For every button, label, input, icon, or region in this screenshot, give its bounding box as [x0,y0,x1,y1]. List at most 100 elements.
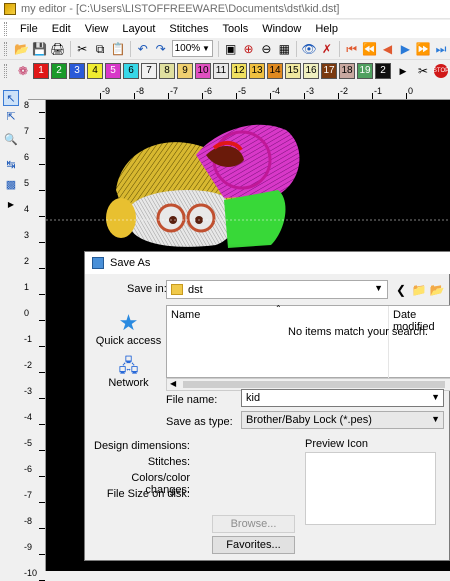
palette-grip[interactable] [4,64,7,78]
ruler-tick-label: 8 [24,100,30,110]
ruler-tick [39,112,45,113]
color-swatch[interactable]: 15 [285,63,301,79]
toolbar-grip[interactable] [4,41,7,56]
show-stitches-icon[interactable]: 👁 [301,40,317,58]
horizontal-ruler: -9 -8 -7 -6 -5 -4 -3 -2 -1 0 [28,86,450,100]
zoom-out-icon[interactable]: ⊖ [259,40,275,58]
next-stitch-icon[interactable]: ▶ [397,40,413,58]
color-swatch[interactable]: 1 [33,63,49,79]
color-swatch[interactable]: 11 [213,63,229,79]
color-swatch[interactable]: 2 [51,63,67,79]
ruler-tick [39,268,45,269]
copy-icon[interactable]: ⧉ [92,40,108,58]
fit-design-icon[interactable]: ▣ [223,40,239,58]
prev-stitch-icon[interactable]: ◀ [380,40,396,58]
ruler-tick-label: -1 [374,86,383,96]
prev-color-icon[interactable]: ⏪ [362,40,378,58]
stop-icon[interactable]: STOP [433,64,449,78]
print-icon[interactable]: 🖨 [50,40,66,58]
column-header-name[interactable]: Name [171,309,200,321]
file-list[interactable]: ⌃ Name Date modified No items match your… [166,304,450,379]
color-swatch[interactable]: 16 [303,63,319,79]
ruler-tick-label: 2 [24,256,30,266]
magnifier-icon[interactable]: 🔍 [3,131,19,147]
save-type-value: Brother/Baby Lock (*.pes) [246,414,372,426]
color-swatch[interactable]: 17 [321,63,337,79]
color-swatch[interactable]: 14 [267,63,283,79]
paste-icon[interactable]: 📋 [110,40,126,58]
back-icon[interactable]: ❮ [392,281,410,299]
pan-icon[interactable]: ↹ [3,156,19,172]
network-place[interactable]: 🖧 Network [91,355,166,389]
file-name-input[interactable]: kid ▼ [241,389,444,407]
select-arrow-icon[interactable]: ↖ [3,90,19,106]
lasso-select-icon[interactable]: ⇱ [3,108,19,124]
favorites-button[interactable]: Favorites... [212,536,295,554]
menu-edit[interactable]: Edit [45,20,78,38]
ruler-tick [39,190,45,191]
ruler-tick-label: -2 [24,360,33,370]
last-stitch-icon[interactable]: ⏭ [433,40,449,58]
menubar-grip[interactable] [4,22,7,36]
cut-icon[interactable]: ✂ [74,40,90,58]
first-stitch-icon[interactable]: ⏮ [344,40,360,58]
color-swatch[interactable]: 4 [87,63,103,79]
fit-window-icon[interactable]: ▦ [276,40,292,58]
scroll-left-icon[interactable]: ◀ [170,379,176,388]
color-swatch[interactable]: 12 [231,63,247,79]
undo-icon[interactable]: ↶ [135,40,151,58]
chevron-down-icon[interactable]: ▼ [431,392,440,402]
file-size-label: File Size on disk: [106,488,190,500]
quick-access-place[interactable]: ★ Quick access [91,311,166,348]
chevron-right-icon[interactable]: ▶ [394,62,412,80]
save-type-select[interactable]: Brother/Baby Lock (*.pes) ▼ [241,411,444,429]
open-folder-icon[interactable]: 📂 [14,40,30,58]
next-color-icon[interactable]: ⏩ [415,40,431,58]
ruler-tick [236,93,237,99]
color-swatch[interactable]: 13 [249,63,265,79]
resize-icon[interactable]: ▩ [3,176,19,192]
color-toolbar: ❁ 1 2 3 4 5 6 7 8 9 10 11 12 13 14 15 16 17 18 19 2 ▶ ✂ STO… [0,60,450,82]
zoom-select[interactable]: 100% ▼ [171,40,213,57]
ruler-tick [202,93,203,99]
menu-stitches[interactable]: Stitches [162,20,215,38]
hide-stitches-icon[interactable]: ✗ [319,40,335,58]
menu-file[interactable]: File [13,20,45,38]
ruler-tick-label: -3 [24,386,33,396]
menu-view[interactable]: View [78,20,116,38]
color-wheel-icon[interactable]: ❁ [14,62,32,80]
menu-window[interactable]: Window [255,20,308,38]
menu-tools[interactable]: Tools [216,20,256,38]
color-swatch[interactable]: 8 [159,63,175,79]
color-swatch[interactable]: 7 [141,63,157,79]
scissors-icon[interactable]: ✂ [414,62,432,80]
ruler-tick [39,554,45,555]
redo-icon[interactable]: ↷ [153,40,169,58]
color-swatch[interactable]: 18 [339,63,355,79]
color-swatch[interactable]: 5 [105,63,121,79]
color-swatch[interactable]: 19 [357,63,373,79]
file-name-label: File name: [166,394,218,406]
save-in-label: Save in: [127,283,167,295]
save-type-label: Save as type: [166,416,233,428]
scroll-arrow-icon[interactable]: ▶ [3,196,19,212]
color-swatch[interactable]: 9 [177,63,193,79]
menu-help[interactable]: Help [308,20,345,38]
app-icon [4,3,16,15]
color-swatch[interactable]: 2 [375,63,391,79]
color-swatch[interactable]: 10 [195,63,211,79]
zoom-in-icon[interactable]: ⊕ [241,40,257,58]
new-folder-icon[interactable]: 📂 [428,281,446,299]
color-swatch[interactable]: 6 [123,63,139,79]
menu-layout[interactable]: Layout [115,20,162,38]
ruler-tick [338,93,339,99]
scrollbar-thumb[interactable] [183,381,445,388]
color-swatch[interactable]: 3 [69,63,85,79]
save-icon[interactable]: 💾 [32,40,48,58]
browse-button[interactable]: Browse... [212,515,295,533]
save-in-select[interactable]: dst ▼ [166,280,388,299]
toolbar-separator [217,40,219,57]
save-as-dialog: Save As Save in: dst ▼ ❮ 📁 📂 ★ Quick acc… [84,251,450,561]
up-folder-icon[interactable]: 📁 [410,281,428,299]
toolbar-separator [130,40,131,57]
